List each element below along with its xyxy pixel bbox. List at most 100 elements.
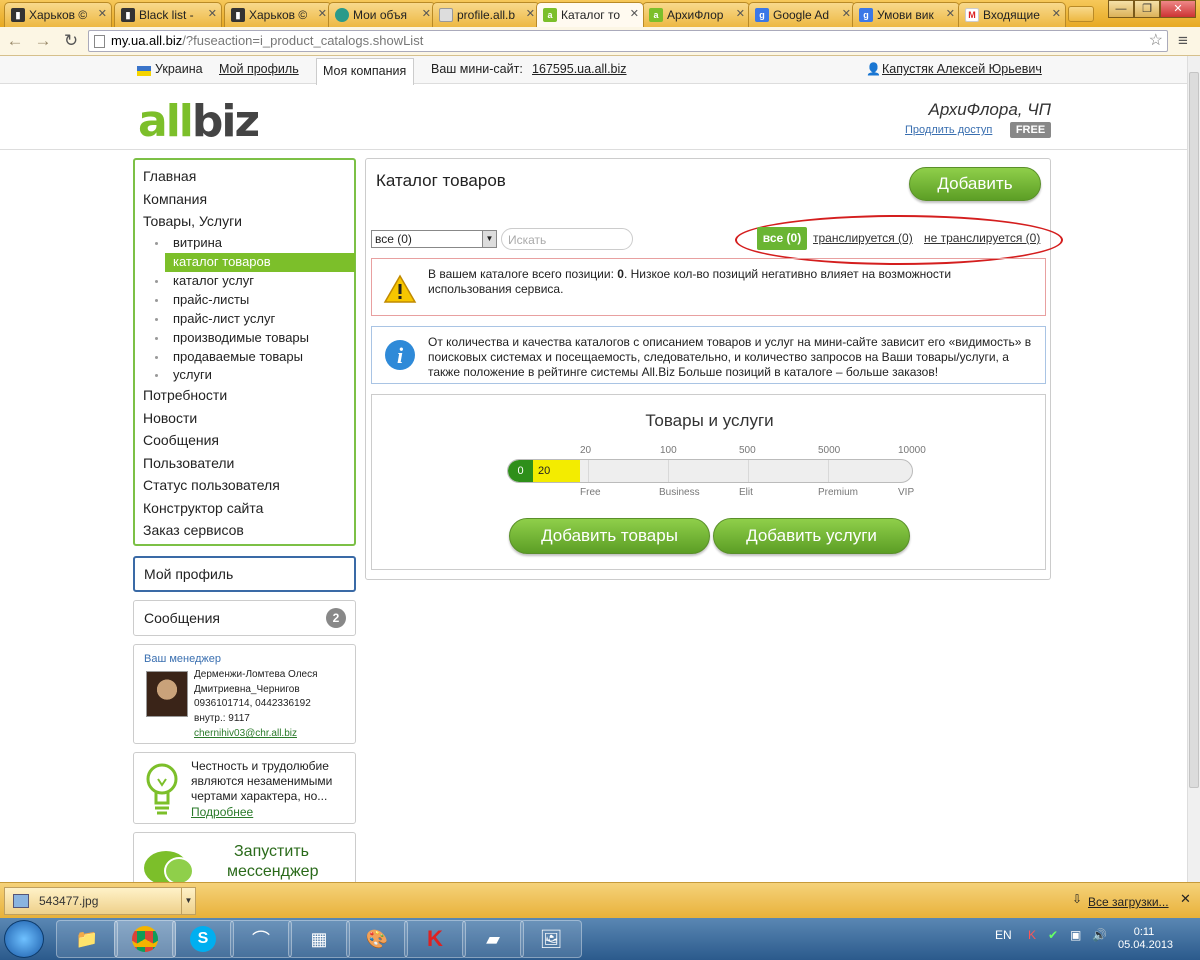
close-icon[interactable]: ✕: [1180, 891, 1191, 907]
explorer-icon[interactable]: 📁: [56, 920, 118, 958]
add-goods-button[interactable]: Добавить товары: [509, 518, 710, 554]
tick-value: 10000: [898, 445, 926, 456]
add-services-button[interactable]: Добавить услуги: [713, 518, 910, 554]
menu-item-needs[interactable]: Потребности: [143, 387, 227, 403]
security-tray-icon[interactable]: ✔: [1048, 928, 1058, 942]
browser-tab[interactable]: g Умови вик ✕: [852, 2, 960, 27]
close-icon[interactable]: ✕: [422, 3, 431, 25]
tip-more-link[interactable]: Подробнее: [191, 805, 253, 819]
chevron-down-icon: ▼: [482, 231, 496, 247]
minisite-link[interactable]: 167595.ua.all.biz: [532, 62, 627, 76]
calculator-icon[interactable]: ▦: [288, 920, 350, 958]
submenu-item-services-price-list[interactable]: прайс-лист услуг: [173, 311, 275, 326]
menu-item-goods-services[interactable]: Товары, Услуги: [143, 213, 242, 229]
address-bar[interactable]: my.ua.all.biz/?fuseaction=i_product_cata…: [88, 30, 1168, 52]
start-button[interactable]: [4, 920, 44, 958]
paint-icon[interactable]: 🎨: [346, 920, 408, 958]
maximize-button[interactable]: ❐: [1134, 0, 1160, 18]
manager-email-link[interactable]: chernihiv03@chr.all.biz: [194, 728, 297, 739]
browser-tab[interactable]: a АрхиФлор ✕: [642, 2, 750, 27]
browser-tab-active[interactable]: a Каталог то ✕: [536, 2, 644, 27]
country-selector[interactable]: Украина: [155, 62, 203, 76]
browser-tab[interactable]: M Входящие ✕: [958, 2, 1066, 27]
browser-tab[interactable]: ▮ Харьков © ✕: [224, 2, 332, 27]
minisite-label: Ваш мини-сайт:: [431, 62, 523, 76]
close-icon[interactable]: ✕: [526, 3, 535, 25]
menu-item-messages[interactable]: Сообщения: [143, 432, 219, 448]
bookmark-star-icon[interactable]: ☆: [1149, 31, 1163, 51]
kaspersky-icon[interactable]: K: [404, 920, 466, 958]
menu-icon[interactable]: ≡: [1172, 31, 1194, 51]
browser-tab[interactable]: profile.all.b ✕: [432, 2, 540, 27]
volume-icon[interactable]: 🔊: [1092, 928, 1107, 942]
language-indicator[interactable]: EN: [995, 928, 1012, 942]
minimize-button[interactable]: —: [1108, 0, 1134, 18]
close-icon[interactable]: ✕: [98, 3, 107, 25]
close-icon[interactable]: ✕: [318, 3, 327, 25]
menu-item-company[interactable]: Компания: [143, 191, 207, 207]
kaspersky-tray-icon[interactable]: K: [1028, 928, 1036, 942]
submenu-item-services-catalog[interactable]: каталог услуг: [173, 273, 254, 288]
add-button[interactable]: Добавить: [909, 167, 1041, 201]
search-input[interactable]: Искать: [501, 228, 633, 250]
close-icon[interactable]: ✕: [842, 3, 851, 25]
tick-label: Business: [659, 487, 700, 498]
reload-icon[interactable]: ↻: [60, 31, 82, 51]
menu-item-home[interactable]: Главная: [143, 168, 196, 184]
messages-count-badge: 2: [326, 608, 346, 628]
page-icon: [94, 35, 105, 48]
close-icon[interactable]: ✕: [736, 3, 745, 25]
submenu-item-produced-goods[interactable]: производимые товары: [173, 330, 309, 345]
app-icon[interactable]: ⌒: [230, 920, 292, 958]
clock[interactable]: 0:11 05.04.2013: [1118, 926, 1173, 952]
notes-icon[interactable]: ▰: [462, 920, 524, 958]
browser-tab[interactable]: ▮ Black list - ✕: [114, 2, 222, 27]
menu-item-user-status[interactable]: Статус пользователя: [143, 477, 280, 493]
forward-icon[interactable]: →: [32, 31, 54, 51]
browser-tab[interactable]: g Google Ad ✕: [748, 2, 856, 27]
browser-tab-strip: ▮ Харьков © ✕ ▮ Black list - ✕ ▮ Харьков © ✕ М…: [0, 0, 1200, 27]
submenu-item-services[interactable]: услуги: [173, 367, 212, 382]
close-icon[interactable]: ✕: [946, 3, 955, 25]
menu-item-site-builder[interactable]: Конструктор сайта: [143, 500, 263, 516]
extend-access-link[interactable]: Продлить доступ: [905, 124, 992, 136]
my-profile-box[interactable]: Мой профиль: [133, 556, 356, 592]
submenu-item-goods-catalog[interactable]: каталог товаров: [173, 254, 271, 269]
close-icon[interactable]: ✕: [630, 3, 639, 25]
my-company-tab[interactable]: Моя компания: [316, 58, 414, 85]
user-name-link[interactable]: Капустяк Алексей Юрьевич: [882, 62, 1042, 76]
window-close-button[interactable]: ✕: [1160, 0, 1196, 18]
filter-not-broadcast-link[interactable]: не транслируется (0): [924, 231, 1040, 245]
filter-broadcast-link[interactable]: транслируется (0): [813, 231, 913, 245]
tick-label: Free: [580, 487, 601, 498]
close-icon[interactable]: ✕: [1052, 3, 1061, 25]
browser-tab[interactable]: ▮ Харьков © ✕: [4, 2, 112, 27]
allbiz-logo[interactable]: allbiz: [138, 100, 260, 144]
download-item[interactable]: 543477.jpg ▼: [4, 887, 196, 915]
menu-item-news[interactable]: Новости: [143, 410, 197, 426]
messages-box[interactable]: Сообщения 2: [133, 600, 356, 636]
submenu-item-sold-goods[interactable]: продаваемые товары: [173, 349, 303, 364]
picture-viewer-icon[interactable]: 🖼: [520, 920, 582, 958]
close-icon[interactable]: ✕: [208, 3, 217, 25]
tick-value: 5000: [818, 445, 841, 456]
new-tab-button[interactable]: [1068, 6, 1094, 22]
back-icon[interactable]: ←: [4, 31, 26, 51]
scrollbar-thumb[interactable]: [1189, 72, 1199, 788]
bullet: [155, 299, 158, 302]
all-downloads-link[interactable]: Все загрузки...: [1088, 895, 1169, 909]
download-arrow-icon: ⇩: [1072, 892, 1083, 906]
filter-all-button[interactable]: все (0): [757, 227, 807, 250]
skype-icon[interactable]: S: [172, 920, 234, 958]
menu-item-users[interactable]: Пользователи: [143, 455, 234, 471]
bullet: [155, 374, 158, 377]
network-icon[interactable]: ▣: [1070, 928, 1081, 942]
menu-item-order-services[interactable]: Заказ сервисов: [143, 522, 244, 538]
chevron-down-icon[interactable]: ▼: [181, 888, 195, 914]
status-select[interactable]: все (0) ▼: [371, 230, 497, 248]
chrome-icon[interactable]: [114, 920, 176, 958]
submenu-item-showcase[interactable]: витрина: [173, 235, 222, 250]
submenu-item-price-lists[interactable]: прайс-листы: [173, 292, 249, 307]
my-profile-link[interactable]: Мой профиль: [219, 62, 299, 76]
browser-tab[interactable]: Мои объя ✕: [328, 2, 436, 27]
